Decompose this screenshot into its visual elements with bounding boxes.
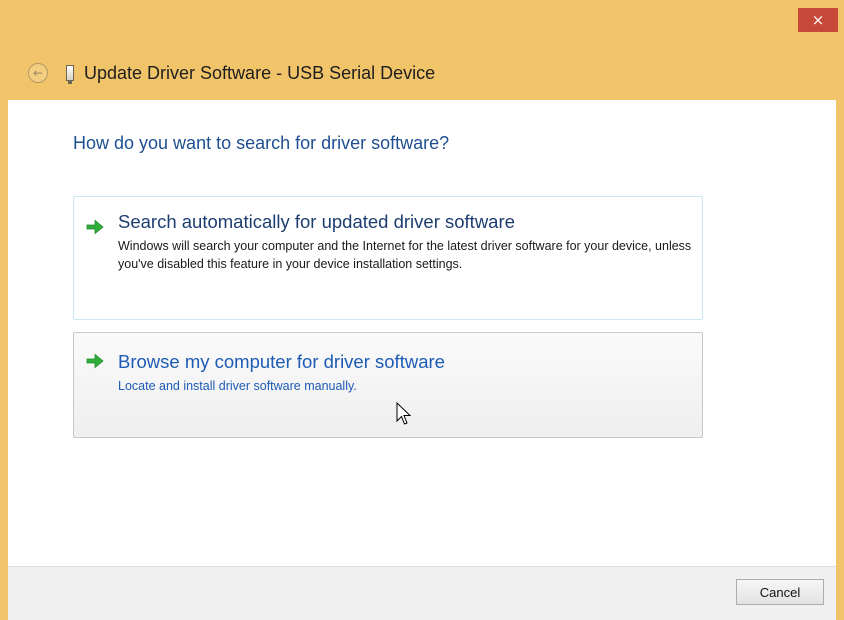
- title-bar[interactable]: ×: [0, 0, 844, 44]
- option-description: Locate and install driver software manua…: [118, 379, 357, 393]
- cancel-label: Cancel: [759, 584, 801, 600]
- back-button[interactable]: ←: [28, 63, 48, 83]
- option-description: Windows will search your computer and th…: [118, 239, 692, 271]
- option-title: Search automatically for updated driver …: [118, 211, 515, 232]
- option-title: Browse my computer for driver software: [118, 351, 445, 372]
- page-heading: How do you want to search for driver sof…: [73, 133, 450, 153]
- green-arrow-icon: [86, 219, 104, 235]
- browse-computer-option[interactable]: Browse my computer for driver software L…: [73, 332, 703, 438]
- close-button[interactable]: ×: [798, 8, 838, 32]
- dialog-window: × ← Update Driver Software - USB Serial …: [0, 0, 844, 620]
- window-title: Update Driver Software - USB Serial Devi…: [84, 62, 436, 83]
- content-area: How do you want to search for driver sof…: [8, 100, 836, 566]
- cancel-button[interactable]: Cancel: [736, 579, 824, 605]
- mouse-cursor-icon: [396, 402, 412, 425]
- dialog-footer: Cancel: [8, 566, 836, 620]
- close-icon: ×: [811, 11, 825, 29]
- green-arrow-icon: [86, 353, 104, 369]
- search-automatically-option[interactable]: Search automatically for updated driver …: [73, 196, 703, 320]
- back-arrow-icon: ←: [32, 66, 44, 80]
- dialog-header: ← Update Driver Software - USB Serial De…: [28, 58, 435, 88]
- usb-device-icon: [66, 65, 74, 84]
